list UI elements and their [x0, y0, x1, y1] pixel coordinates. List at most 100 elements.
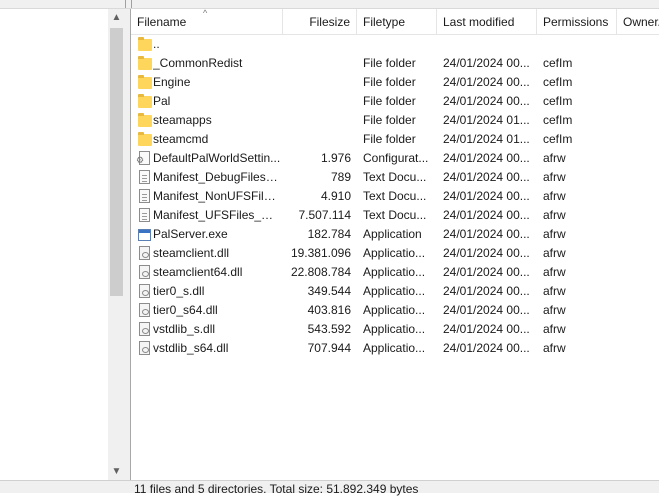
text-document-icon: [139, 189, 150, 203]
file-size: 707.944: [307, 341, 351, 355]
file-type: Applicatio...: [363, 284, 426, 298]
file-name: steamapps: [153, 113, 212, 127]
file-row[interactable]: Manifest_NonUFSFiles... 4.910 Text Docu...…: [131, 187, 659, 206]
file-row[interactable]: steamcmd File folder 24/01/2024 01... cefIm: [131, 130, 659, 149]
file-row[interactable]: tier0_s64.dll 403.816 Applicatio... 24/01/2…: [131, 301, 659, 320]
dll-file-icon: [139, 246, 150, 260]
folder-icon: [138, 94, 152, 108]
file-permissions: afrw: [543, 284, 566, 298]
file-row[interactable]: DefaultPalWorldSettin... 1.976 Configurat.…: [131, 149, 659, 168]
column-header-last-modified[interactable]: Last modified: [437, 9, 537, 34]
file-type: File folder: [363, 56, 416, 70]
text-document-icon: [139, 208, 150, 222]
file-permissions: afrw: [543, 303, 566, 317]
file-name: PalServer.exe: [153, 227, 228, 241]
file-last-modified: 24/01/2024 00...: [443, 341, 530, 355]
column-header-filesize[interactable]: Filesize: [283, 9, 357, 34]
file-last-modified: 24/01/2024 01...: [443, 132, 530, 146]
column-header-permissions[interactable]: Permissions: [537, 9, 617, 34]
file-size: [281, 92, 351, 111]
file-name: vstdlib_s64.dll: [153, 341, 229, 355]
scrollbar-thumb[interactable]: [110, 28, 123, 296]
file-permissions: afrw: [543, 341, 566, 355]
dll-file-icon: [139, 341, 150, 355]
file-size: 4.910: [320, 189, 351, 203]
left-status-area: [0, 480, 131, 493]
file-last-modified: [443, 35, 531, 54]
file-size: 543.592: [307, 322, 351, 336]
file-permissions: afrw: [543, 246, 566, 260]
file-type: Text Docu...: [363, 170, 427, 184]
top-toolbar-edge: [0, 0, 659, 9]
folder-icon: [138, 132, 152, 146]
file-last-modified: 24/01/2024 00...: [443, 227, 530, 241]
file-type: File folder: [363, 75, 416, 89]
file-permissions: cefIm: [543, 113, 573, 127]
status-text: 11 files and 5 directories. Total size: …: [134, 482, 419, 496]
status-bar: 11 files and 5 directories. Total size: …: [131, 480, 659, 496]
file-name: tier0_s64.dll: [153, 303, 218, 317]
file-row[interactable]: PalServer.exe 182.784 Application 24/01/202…: [131, 225, 659, 244]
file-list-header: ^ Filename Filesize Filetype Last modifi…: [131, 9, 659, 35]
local-directory-pane[interactable]: [0, 9, 108, 480]
file-row[interactable]: Pal File folder 24/01/2024 00... cefIm: [131, 92, 659, 111]
folder-icon: [138, 113, 152, 127]
file-type: File folder: [363, 94, 416, 108]
file-type: Applicatio...: [363, 265, 426, 279]
file-name: steamclient.dll: [153, 246, 230, 260]
file-name: Engine: [153, 75, 191, 89]
pane-divider-tick: [131, 0, 132, 8]
file-permissions: cefIm: [543, 56, 573, 70]
remote-file-list[interactable]: ^ Filename Filesize Filetype Last modifi…: [131, 9, 659, 480]
left-pane-scrollbar[interactable]: ▲ ▼: [108, 9, 125, 480]
file-name: ..: [153, 37, 160, 51]
file-row[interactable]: steamclient64.dll 22.808.784 Applicatio...…: [131, 263, 659, 282]
file-permissions: afrw: [543, 170, 566, 184]
file-size: 789: [330, 170, 351, 184]
file-row[interactable]: Manifest_DebugFiles_... 789 Text Docu... 24…: [131, 168, 659, 187]
file-row[interactable]: steamapps File folder 24/01/2024 01... cefI…: [131, 111, 659, 130]
file-last-modified: 24/01/2024 01...: [443, 113, 530, 127]
file-permissions: afrw: [543, 151, 566, 165]
scroll-up-arrow-icon[interactable]: ▲: [108, 9, 125, 26]
file-last-modified: 24/01/2024 00...: [443, 170, 530, 184]
file-type: Applicatio...: [363, 341, 426, 355]
file-permissions: cefIm: [543, 132, 573, 146]
file-row[interactable]: steamclient.dll 19.381.096 Applicatio... 24…: [131, 244, 659, 263]
column-header-owner[interactable]: Owner/...: [617, 9, 659, 34]
column-header-filename[interactable]: Filename: [131, 9, 283, 34]
file-last-modified: 24/01/2024 00...: [443, 303, 530, 317]
file-row[interactable]: tier0_s.dll 349.544 Applicatio... 24/01/202…: [131, 282, 659, 301]
file-row[interactable]: vstdlib_s.dll 543.592 Applicatio... 24/01/2…: [131, 320, 659, 339]
file-type: Text Docu...: [363, 189, 427, 203]
file-type: Applicatio...: [363, 246, 426, 260]
folder-icon: [138, 75, 152, 89]
dll-file-icon: [139, 284, 150, 298]
file-name: DefaultPalWorldSettin...: [153, 151, 281, 165]
file-size: 22.808.784: [290, 265, 351, 279]
file-last-modified: 24/01/2024 00...: [443, 56, 530, 70]
application-icon: [138, 229, 151, 241]
file-row[interactable]: vstdlib_s64.dll 707.944 Applicatio... 24/01…: [131, 339, 659, 358]
file-size: 1.976: [320, 151, 351, 165]
file-type: File folder: [363, 113, 416, 127]
file-name: steamclient64.dll: [153, 265, 243, 279]
file-permissions: cefIm: [543, 94, 573, 108]
file-permissions: afrw: [543, 265, 566, 279]
file-type: Application: [363, 227, 422, 241]
column-header-filetype[interactable]: Filetype: [357, 9, 437, 34]
file-size: 182.784: [307, 227, 351, 241]
file-last-modified: 24/01/2024 00...: [443, 265, 530, 279]
file-row[interactable]: ..: [131, 35, 659, 54]
file-name: steamcmd: [153, 132, 209, 146]
file-name: Manifest_NonUFSFiles...: [153, 189, 281, 203]
scroll-down-arrow-icon[interactable]: ▼: [108, 463, 125, 480]
file-permissions: afrw: [543, 208, 566, 222]
file-row[interactable]: _CommonRedist File folder 24/01/2024 00...…: [131, 54, 659, 73]
file-name: Manifest_UFSFiles_Wi...: [153, 208, 281, 222]
file-type: Applicatio...: [363, 303, 426, 317]
file-name: vstdlib_s.dll: [153, 322, 216, 336]
file-row[interactable]: Engine File folder 24/01/2024 00... cefIm: [131, 73, 659, 92]
file-row[interactable]: Manifest_UFSFiles_Wi... 7.507.114 Text Doc…: [131, 206, 659, 225]
pane-divider-tick: [125, 0, 126, 8]
